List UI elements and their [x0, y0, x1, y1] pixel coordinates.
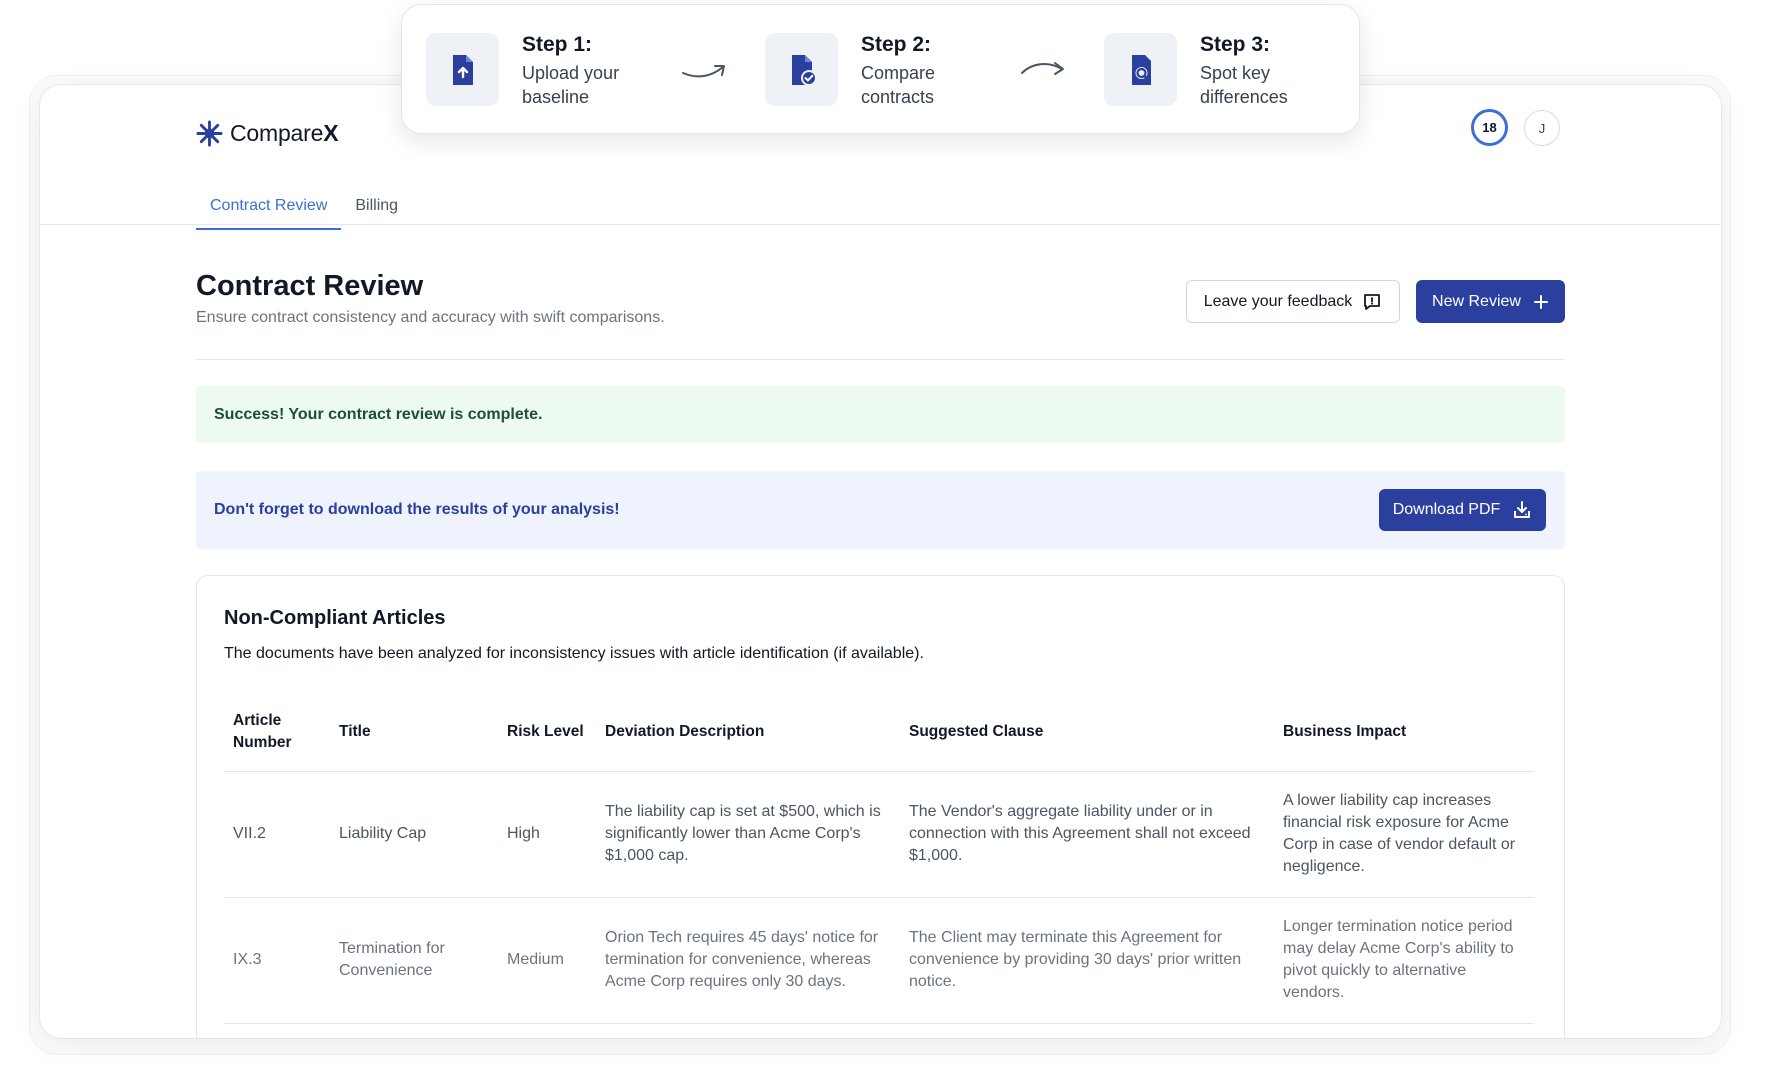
- table-header-row: Article Number Title Risk Level Deviatio…: [224, 693, 1534, 772]
- page-subtitle: Ensure contract consistency and accuracy…: [196, 309, 665, 326]
- cell-risk: High: [498, 771, 596, 898]
- header-divider: [196, 359, 1565, 360]
- cell-article: IX.3: [224, 897, 330, 1024]
- tabs-divider: [40, 224, 1721, 225]
- card-title: Non-Compliant Articles: [224, 607, 446, 629]
- cell-suggested-clause: The Vendor's aggregate liability under o…: [900, 771, 1274, 898]
- upload-file-icon: [452, 54, 473, 85]
- new-review-label: New Review: [1432, 292, 1521, 310]
- brand-logo[interactable]: CompareX: [196, 120, 339, 147]
- cell-suggested-clause: The Client may terminate this Agreement …: [900, 897, 1274, 1024]
- success-alert: Success! Your contract review is complet…: [196, 386, 1565, 443]
- column-header-article-number: Article Number: [224, 693, 330, 772]
- cell-risk: Medium: [498, 897, 596, 1024]
- success-alert-text: Success! Your contract review is complet…: [214, 405, 543, 423]
- column-header-suggested-clause: Suggested Clause: [900, 693, 1274, 772]
- feedback-icon: [1364, 293, 1381, 310]
- table-row: IX.3 Termination for Convenience Medium …: [224, 897, 1534, 1024]
- arrow-icon: [682, 65, 725, 78]
- new-review-button[interactable]: New Review: [1416, 280, 1565, 323]
- onboarding-steps-panel: Step 1: Upload your baseline Step 2: Comp…: [401, 4, 1360, 134]
- plus-icon: [1533, 294, 1548, 309]
- feedback-button-label: Leave your feedback: [1203, 292, 1353, 310]
- step-3-heading: Step 3:: [1200, 33, 1271, 56]
- cell-business-impact: Longer termination notice period may del…: [1274, 897, 1534, 1024]
- column-header-title: Title: [330, 693, 498, 772]
- download-reminder-text: Don't forget to download the results of …: [214, 501, 620, 518]
- leave-feedback-button[interactable]: Leave your feedback: [1186, 280, 1400, 323]
- compare-file-check-icon: [791, 54, 817, 86]
- cell-business-impact: A lower liability cap increases financia…: [1274, 771, 1534, 898]
- credits-badge[interactable]: 18: [1471, 109, 1508, 146]
- arrow-icon: [1021, 62, 1064, 75]
- table-row: VII.2 Liability Cap High The liability c…: [224, 771, 1534, 898]
- step-3-tile: [1104, 33, 1177, 106]
- step-2-text: Compare contracts: [861, 63, 936, 107]
- download-reminder-alert: Don't forget to download the results of …: [196, 471, 1565, 549]
- column-header-risk-level: Risk Level: [498, 693, 596, 772]
- cell-deviation: The liability cap is set at $500, which …: [596, 771, 900, 898]
- cell-title: Liability Cap: [330, 771, 498, 898]
- articles-table: Article Number Title Risk Level Deviatio…: [224, 693, 1534, 1024]
- app-window: CompareX 18 J Contract Review Billing Co…: [39, 84, 1722, 1039]
- avatar[interactable]: J: [1524, 110, 1560, 146]
- step-2-tile: [765, 33, 838, 106]
- scroll-fade: [197, 1034, 1564, 1038]
- step-1-heading: Step 1:: [522, 33, 593, 56]
- download-pdf-button[interactable]: Download PDF: [1379, 489, 1546, 531]
- card-subtitle: The documents have been analyzed for inc…: [224, 645, 924, 662]
- brand-name: CompareX: [230, 120, 339, 146]
- column-header-business-impact: Business Impact: [1274, 693, 1534, 772]
- non-compliant-articles-card: Non-Compliant Articles The documents hav…: [196, 575, 1565, 1038]
- column-header-deviation: Deviation Description: [596, 693, 900, 772]
- logo-icon: [196, 120, 223, 147]
- step-1-text: Upload your baseline: [522, 63, 620, 107]
- step-1-tile: [426, 33, 499, 106]
- step-2-heading: Step 2:: [861, 33, 932, 56]
- cell-title: Termination for Convenience: [330, 897, 498, 1024]
- search-file-icon: [1131, 54, 1151, 85]
- download-icon: [1514, 501, 1531, 518]
- page: CompareX 18 J Contract Review Billing Co…: [0, 0, 1776, 1076]
- step-3-text: Spot key differences: [1200, 63, 1288, 107]
- cell-deviation: Orion Tech requires 45 days' notice for …: [596, 897, 900, 1024]
- page-title: Contract Review: [196, 270, 424, 302]
- cell-article: VII.2: [224, 771, 330, 898]
- download-pdf-label: Download PDF: [1392, 501, 1501, 518]
